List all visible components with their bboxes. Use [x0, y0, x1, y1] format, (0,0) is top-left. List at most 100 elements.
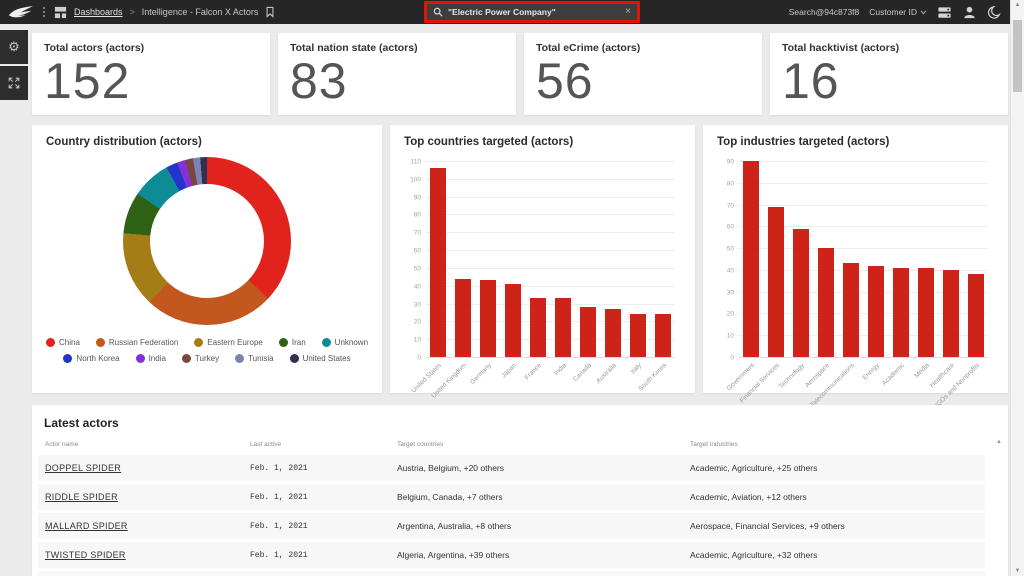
y-axis-tick-label: 20 — [414, 319, 421, 326]
last-active-cell: Feb. 1, 2021 — [250, 551, 397, 560]
table-scroll-up-icon[interactable]: ▲ — [996, 439, 1002, 445]
table-title: Latest actors — [44, 416, 994, 430]
bar[interactable] — [530, 298, 546, 357]
bar[interactable] — [430, 168, 446, 357]
country-donut-chart[interactable] — [123, 157, 291, 325]
customer-id-menu[interactable]: Customer ID — [869, 7, 927, 17]
bar[interactable] — [555, 298, 571, 357]
bar[interactable] — [843, 263, 859, 357]
top-countries-panel: Top countries targeted (actors) 01020304… — [390, 125, 695, 393]
scrollbar-thumb[interactable] — [1013, 20, 1022, 92]
legend-item[interactable]: Unknown — [322, 338, 368, 347]
gear-icon: ⚙ — [8, 39, 20, 55]
kebab-menu-icon[interactable] — [41, 5, 47, 19]
bar[interactable] — [480, 280, 496, 357]
user-profile-icon[interactable] — [962, 5, 977, 20]
y-axis-tick-label: 50 — [414, 265, 421, 272]
gridline — [426, 214, 675, 215]
fullscreen-button[interactable] — [0, 66, 28, 100]
stat-value: 56 — [536, 58, 750, 104]
target-countries-cell: Algeria, Argentina, +39 others — [397, 550, 690, 560]
bar[interactable] — [505, 284, 521, 357]
bar[interactable] — [918, 268, 934, 357]
y-axis-tick-label: 40 — [414, 283, 421, 290]
legend-item[interactable]: Turkey — [182, 354, 219, 363]
page-scrollbar[interactable]: ▲ ▼ — [1010, 0, 1024, 576]
actor-link[interactable]: RIDDLE SPIDER — [45, 492, 250, 502]
topbar-right: Search@94c873f8 Customer ID — [789, 5, 1002, 20]
actor-link[interactable]: TWISTED SPIDER — [45, 550, 250, 560]
breadcrumb-dashboards-link[interactable]: Dashboards — [74, 7, 123, 17]
legend-item[interactable]: Russian Federation — [96, 338, 178, 347]
legend-item[interactable]: India — [136, 354, 166, 363]
actor-link[interactable]: DOPPEL SPIDER — [45, 463, 250, 473]
bar[interactable] — [893, 268, 909, 357]
donut-legend-row-2: North Korea India Turkey Tunisia United Stat… — [46, 354, 368, 363]
legend-item[interactable]: Tunisia — [235, 354, 274, 363]
table-row[interactable]: DOPPEL SPIDERFeb. 1, 2021Austria, Belgiu… — [38, 455, 985, 481]
stat-value: 16 — [782, 58, 996, 104]
actor-link[interactable]: MALLARD SPIDER — [45, 521, 250, 531]
stats-row: Total actors (actors) 152 Total nation s… — [32, 33, 1008, 115]
bar[interactable] — [943, 270, 959, 357]
bar[interactable] — [455, 279, 471, 357]
top-industries-panel: Top industries targeted (actors) 0102030… — [703, 125, 1008, 393]
bar[interactable] — [655, 314, 671, 357]
bar[interactable] — [818, 248, 834, 357]
scroll-down-icon[interactable]: ▼ — [1011, 568, 1024, 574]
scroll-up-icon[interactable]: ▲ — [1011, 2, 1024, 8]
legend-label: United States — [303, 354, 351, 363]
target-countries-cell: Argentina, Australia, +8 others — [397, 521, 690, 531]
bar[interactable] — [580, 307, 596, 357]
industries-bar-chart: 0102030405060708090 GovernmentFinancial … — [717, 162, 988, 358]
y-axis-tick-label: 80 — [414, 212, 421, 219]
bar[interactable] — [630, 314, 646, 357]
donut-legend-row-1: China Russian Federation Eastern Europe Ira… — [46, 338, 368, 347]
plot-area: United StatesUnited KingdomGermanyJapanF… — [426, 162, 675, 358]
bar[interactable] — [793, 229, 809, 357]
apps-stack-icon[interactable] — [937, 5, 952, 20]
bar[interactable] — [968, 274, 984, 357]
column-header: Last active — [250, 441, 397, 448]
gridline — [426, 250, 675, 251]
legend-item[interactable]: Eastern Europe — [194, 338, 263, 347]
global-search[interactable]: × — [427, 4, 637, 20]
plot-area: GovernmentFinancial ServicesTechnologyAe… — [739, 162, 988, 358]
settings-button[interactable]: ⚙ — [0, 30, 28, 64]
y-axis-tick-label: 70 — [727, 202, 734, 209]
legend-label: Iran — [292, 338, 306, 347]
legend-label: Unknown — [335, 338, 368, 347]
legend-item[interactable]: Iran — [279, 338, 306, 347]
bar[interactable] — [605, 309, 621, 357]
dark-mode-moon-icon[interactable] — [987, 5, 1002, 20]
y-axis: 0102030405060708090100110 — [404, 162, 426, 358]
search-input[interactable] — [448, 7, 620, 17]
table-row[interactable]: MALLARD SPIDERFeb. 1, 2021Argentina, Aus… — [38, 513, 985, 539]
target-industries-cell: Aerospace, Financial Services, +9 others — [690, 521, 985, 531]
y-axis-tick-label: 10 — [414, 337, 421, 344]
dashboards-grid-icon[interactable] — [54, 6, 67, 19]
legend-dot-icon — [136, 354, 145, 363]
search-clear-icon[interactable]: × — [625, 7, 631, 17]
countries-bar-chart: 0102030405060708090100110 United StatesU… — [404, 162, 675, 358]
legend-item[interactable]: North Korea — [63, 354, 119, 363]
bar[interactable] — [768, 207, 784, 357]
legend-label: Turkey — [195, 354, 219, 363]
table-row[interactable]: TWISTED SPIDERFeb. 1, 2021Algeria, Argen… — [38, 542, 985, 568]
bar[interactable] — [868, 266, 884, 357]
breadcrumb-separator: > — [130, 7, 135, 17]
bar[interactable] — [743, 161, 759, 357]
target-countries-cell: Austria, Belgium, +20 others — [397, 463, 690, 473]
legend-item[interactable]: China — [46, 338, 80, 347]
legend-dot-icon — [235, 354, 244, 363]
y-axis-tick-label: 60 — [414, 248, 421, 255]
search-annotation-box: × — [424, 1, 640, 23]
table-row[interactable]: RIDDLE SPIDERFeb. 1, 2021Belgium, Canada… — [38, 484, 985, 510]
y-axis-tick-label: 90 — [727, 159, 734, 166]
y-axis-tick-label: 10 — [727, 333, 734, 340]
crowdstrike-falcon-logo-icon[interactable] — [8, 5, 34, 20]
bookmark-icon[interactable] — [265, 6, 275, 18]
panel-title: Top countries targeted (actors) — [404, 136, 681, 148]
gridline — [426, 161, 675, 162]
legend-item[interactable]: United States — [290, 354, 351, 363]
